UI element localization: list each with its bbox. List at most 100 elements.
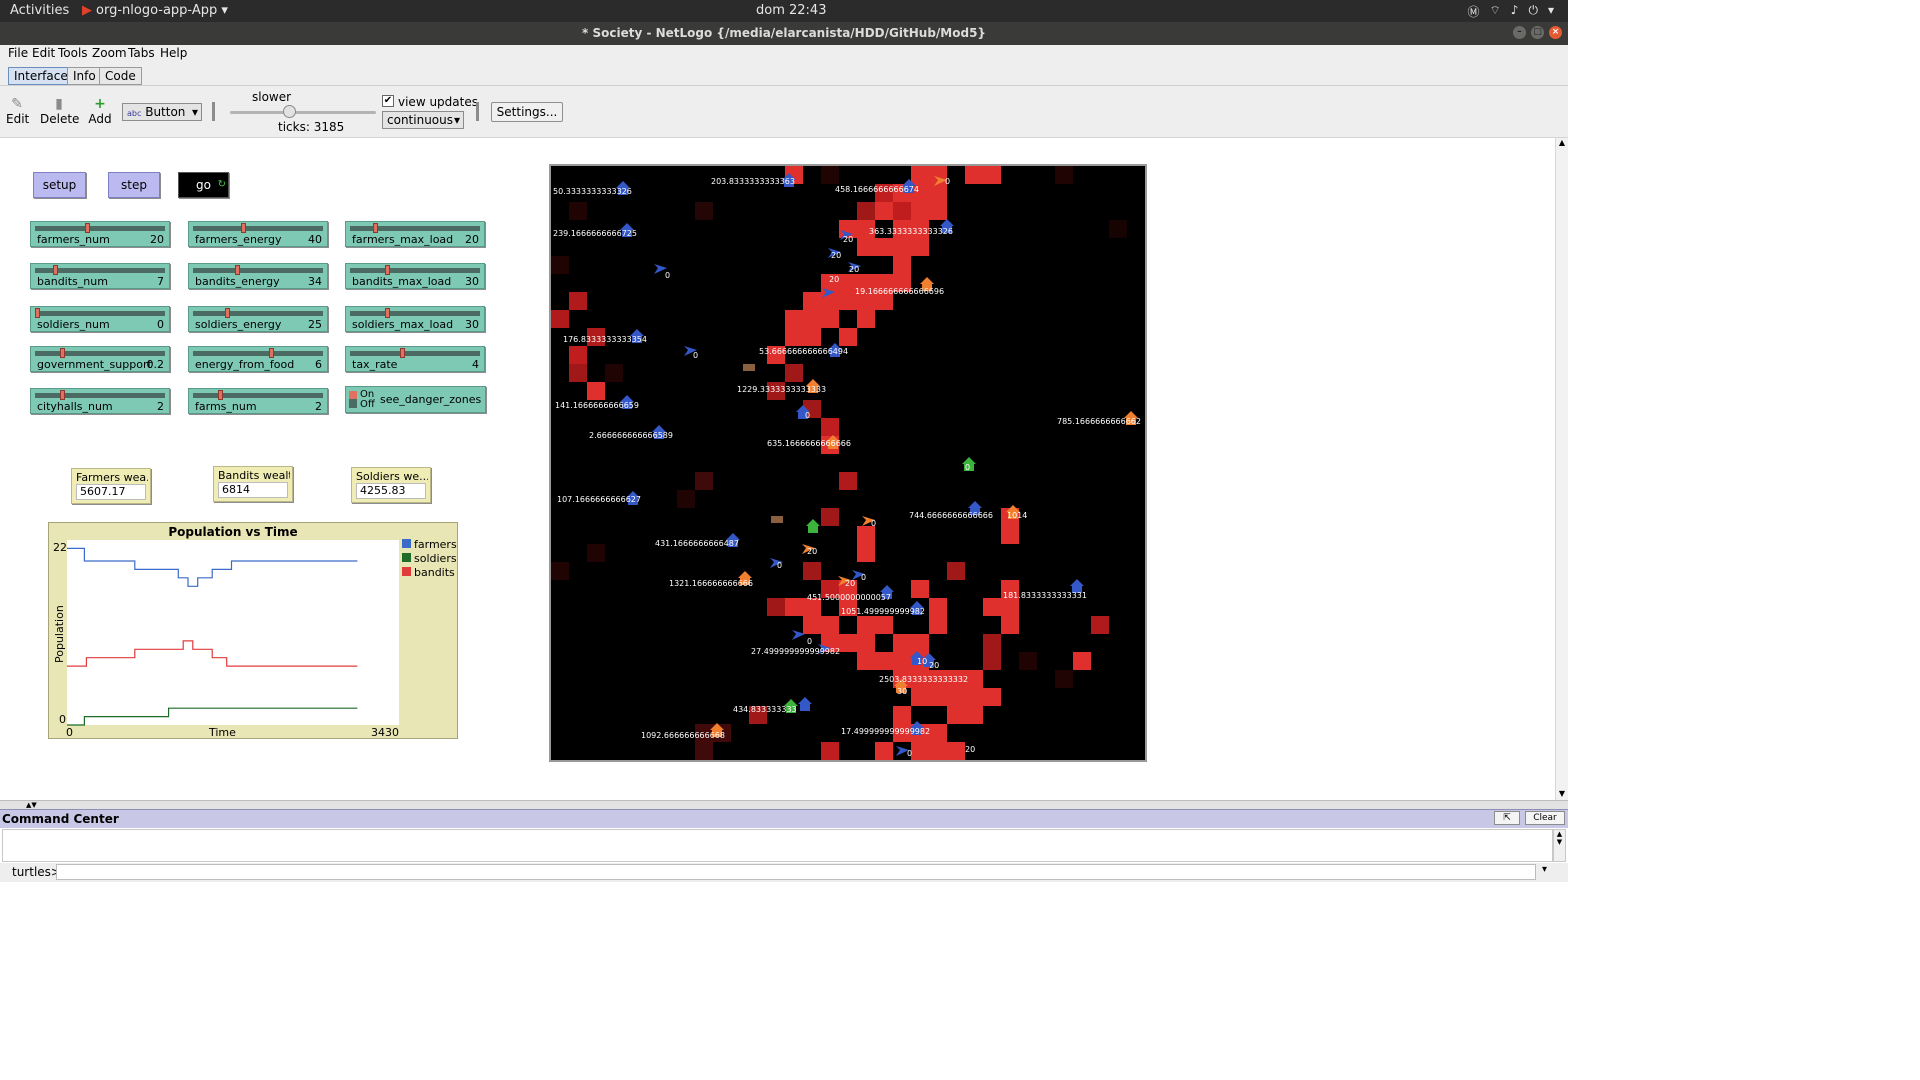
activities-button[interactable]: Activities	[10, 3, 69, 18]
tab-code[interactable]: Code	[99, 67, 142, 85]
switch-toggle[interactable]	[349, 391, 357, 408]
agent-label: 0	[807, 637, 812, 646]
slider-bandits-energy[interactable]: bandits_energy 34	[188, 263, 328, 289]
app-menu[interactable]: ▶ org-nlogo-app-App ▾	[82, 3, 228, 18]
app-name: org-nlogo-app-App	[96, 3, 218, 18]
slider-bandits-max-load[interactable]: bandits_max_load 30	[345, 263, 485, 289]
menu-help[interactable]: Help	[160, 46, 187, 60]
slider-knob[interactable]	[400, 348, 406, 358]
patch	[695, 472, 713, 490]
slider-knob[interactable]	[60, 390, 66, 400]
slider-track[interactable]	[35, 393, 165, 398]
slider-knob[interactable]	[224, 308, 230, 318]
command-center-output[interactable]	[2, 829, 1553, 862]
slider-track[interactable]	[350, 268, 480, 273]
slider-track[interactable]	[35, 311, 165, 316]
slider-farmers-num[interactable]: farmers_num 20	[30, 221, 170, 247]
slider-knob[interactable]	[35, 308, 40, 318]
volume-icon[interactable]: ♪	[1511, 3, 1519, 20]
interface-scrollbar[interactable]: ▲ ▼	[1555, 138, 1568, 800]
menu-edit[interactable]: Edit	[32, 46, 55, 60]
agent-selector[interactable]: turtles>	[12, 865, 61, 879]
agent-label: 0	[777, 561, 782, 570]
menu-tabs[interactable]: Tabs	[128, 46, 155, 60]
split-pane-divider[interactable]: ▲▼	[0, 800, 1568, 809]
slider-track[interactable]	[350, 351, 480, 356]
slider-soldiers-energy[interactable]: soldiers_energy 25	[188, 306, 328, 332]
wifi-icon[interactable]: ⌔	[1490, 3, 1501, 20]
speed-slider-knob[interactable]	[283, 105, 296, 118]
slider-knob[interactable]	[385, 265, 391, 275]
app-icon: ▶	[82, 3, 92, 18]
slider-track[interactable]	[193, 311, 323, 316]
slider-track[interactable]	[350, 226, 480, 231]
slider-track[interactable]	[193, 226, 323, 231]
slider-value: 30	[465, 275, 479, 288]
command-center-scrollbar[interactable]: ▲ ▼	[1553, 829, 1566, 862]
world-view[interactable]: 50.3333333333326 203.8333333333363 458.166…	[549, 164, 1147, 762]
slider-track[interactable]	[193, 351, 323, 356]
slider-cityhalls-num[interactable]: cityhalls_num 2	[30, 388, 170, 414]
ticks-counter: ticks: 3185	[278, 120, 345, 134]
slider-bandits-num[interactable]: bandits_num 7	[30, 263, 170, 289]
settings-button[interactable]: Settings...	[491, 102, 563, 122]
delete-button[interactable]: ▮ Delete	[40, 96, 79, 126]
see-danger-zones-switch[interactable]: On Off see_danger_zones	[345, 386, 486, 413]
slider-tax-rate[interactable]: tax_rate 4	[345, 346, 485, 372]
agent-label: 363.3333333333326	[869, 227, 953, 236]
clock[interactable]: dom 22:43	[756, 3, 826, 18]
menu-zoom[interactable]: Zoom	[92, 46, 127, 60]
slider-knob[interactable]	[85, 223, 91, 233]
slider-name: government_support	[37, 358, 152, 371]
slider-energy-from-food[interactable]: energy_from_food 6	[188, 346, 328, 372]
slider-track[interactable]	[35, 351, 165, 356]
slider-knob[interactable]	[52, 265, 58, 275]
add-button[interactable]: + Add	[88, 96, 112, 126]
slider-soldiers-max-load[interactable]: soldiers_max_load 30	[345, 306, 485, 332]
menu-file[interactable]: File	[8, 46, 28, 60]
slider-knob[interactable]	[385, 308, 391, 318]
tab-info[interactable]: Info	[67, 67, 102, 85]
agent-label: 19.166666666666696	[855, 287, 944, 296]
slider-track[interactable]	[193, 268, 323, 273]
slider-knob[interactable]	[268, 348, 274, 358]
population-plot[interactable]: Population vs Time 22 0 0 3430 Time Popu…	[48, 522, 458, 739]
slider-government-support[interactable]: government_support 0.2	[30, 346, 170, 372]
slider-track[interactable]	[193, 393, 323, 398]
popout-button[interactable]: ⇱	[1494, 811, 1520, 825]
slider-farmers-energy[interactable]: farmers_energy 40	[188, 221, 328, 247]
close-button[interactable]: ×	[1549, 26, 1562, 39]
setup-button[interactable]: setup	[33, 172, 86, 198]
slider-track[interactable]	[350, 311, 480, 316]
update-mode-select[interactable]: continuous ▾	[382, 111, 464, 129]
slider-knob[interactable]	[218, 390, 224, 400]
view-updates-checkbox[interactable]: ✔	[382, 95, 394, 107]
minimize-button[interactable]: –	[1513, 26, 1526, 39]
go-button[interactable]: go ↻	[178, 172, 229, 198]
power-icon[interactable]: ⏻	[1528, 3, 1538, 20]
slider-knob[interactable]	[234, 265, 240, 275]
slider-farms-num[interactable]: farms_num 2	[188, 388, 328, 414]
slider-knob[interactable]	[60, 348, 66, 358]
command-input[interactable]	[56, 864, 1536, 880]
world-canvas[interactable]: 50.3333333333326 203.8333333333363 458.166…	[551, 166, 1145, 760]
clear-button[interactable]: Clear	[1525, 811, 1565, 825]
slider-soldiers-num[interactable]: soldiers_num 0	[30, 306, 170, 332]
edit-button[interactable]: ✎ Edit	[6, 96, 29, 126]
slider-knob[interactable]	[372, 223, 378, 233]
system-tray[interactable]: Ⓜ ⌔ ♪ ⏻ ▾	[1468, 3, 1555, 20]
maximize-button[interactable]: □	[1531, 26, 1544, 39]
patch	[821, 166, 839, 184]
tab-interface[interactable]: Interface	[8, 67, 74, 85]
agent-label: 434.833333333	[733, 705, 797, 714]
chevron-down-icon[interactable]: ▾	[1542, 864, 1547, 875]
widget-type-select[interactable]: abc Button ▾	[122, 103, 202, 121]
step-button[interactable]: step	[108, 172, 160, 198]
slider-track[interactable]	[35, 226, 165, 231]
chevron-down-icon[interactable]: ▾	[1548, 3, 1554, 20]
slider-knob[interactable]	[240, 223, 246, 233]
m-indicator-icon[interactable]: Ⓜ	[1468, 3, 1480, 20]
menu-tools[interactable]: Tools	[58, 46, 88, 60]
speed-slider-track[interactable]	[230, 111, 376, 114]
slider-farmers-max-load[interactable]: farmers_max_load 20	[345, 221, 485, 247]
